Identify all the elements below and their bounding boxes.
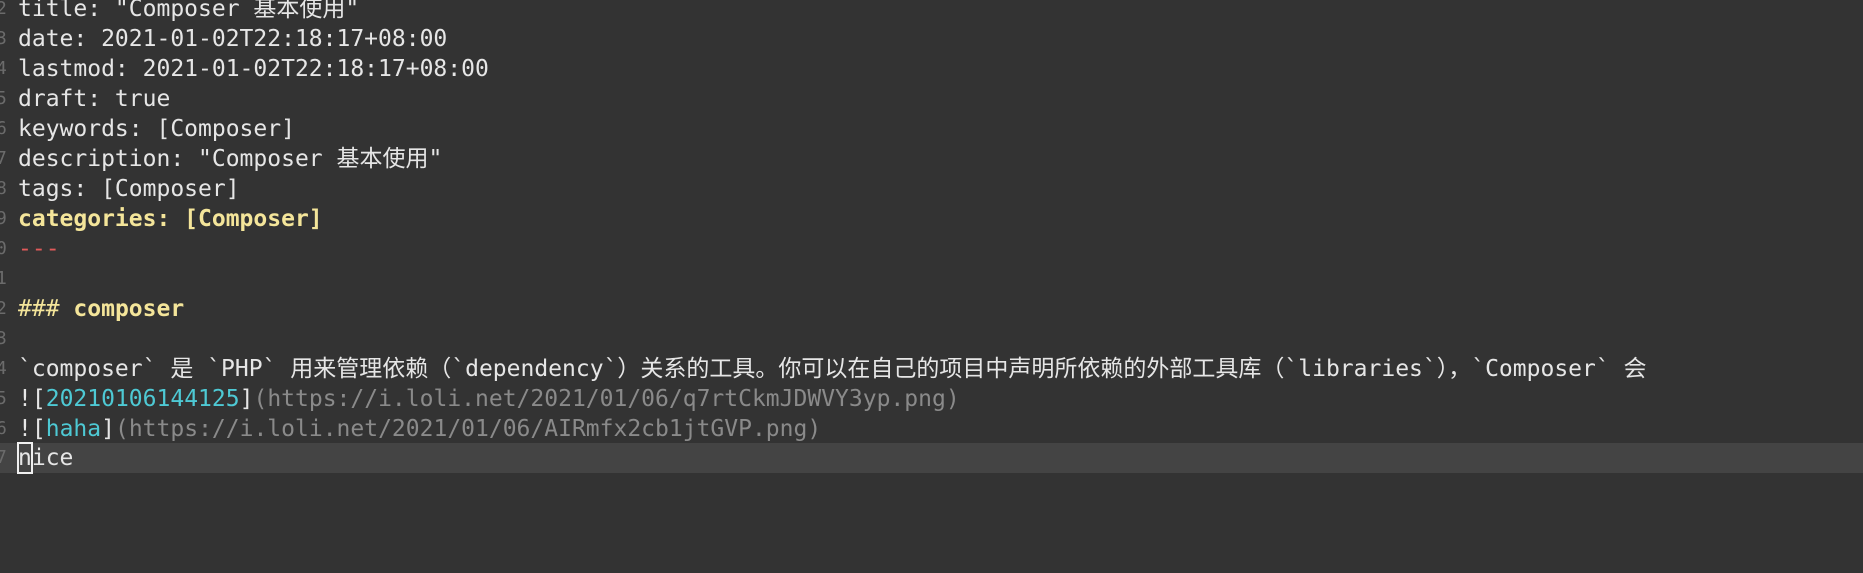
heading-hashes: ### bbox=[18, 296, 60, 322]
editor-line: 4 `composer` 是 `PHP` 用来管理依赖（`dependency`… bbox=[0, 354, 1863, 384]
line-number: 7 bbox=[0, 148, 7, 169]
heading-text: composer bbox=[73, 296, 185, 322]
current-line[interactable]: 7 nice bbox=[0, 442, 1863, 474]
editor-line: 6 keywords: [Composer] bbox=[0, 114, 1863, 144]
markdown-heading: ### composer bbox=[18, 294, 184, 324]
editor-line: 2 title: "Composer 基本使用" bbox=[0, 0, 1863, 24]
editor-line: 5 draft: true bbox=[0, 84, 1863, 114]
line-number: 1 bbox=[0, 268, 7, 289]
image-url: https://i.loli.net/2021/01/06/q7rtCkmJDW… bbox=[267, 386, 946, 412]
editor-line: 1 bbox=[0, 264, 1863, 294]
frontmatter-categories: categories: [Composer] bbox=[18, 206, 323, 232]
text-cursor: n bbox=[17, 442, 33, 474]
editor-line: 5 ![20210106144125](https://i.loli.net/2… bbox=[0, 384, 1863, 414]
editor-line: 7 description: "Composer 基本使用" bbox=[0, 144, 1863, 174]
frontmatter-title: title: "Composer 基本使用" bbox=[18, 0, 360, 22]
markdown-paragraph: `composer` 是 `PHP` 用来管理依赖（`dependency`）关… bbox=[18, 356, 1647, 382]
line-number: 6 bbox=[0, 118, 7, 139]
line-number: 0 bbox=[0, 238, 7, 259]
editor-line: 3 date: 2021-01-02T22:18:17+08:00 bbox=[0, 24, 1863, 54]
editor-line: 6 ![haha](https://i.loli.net/2021/01/06/… bbox=[0, 414, 1863, 444]
line-number: 4 bbox=[0, 358, 7, 379]
frontmatter-lastmod: lastmod: 2021-01-02T22:18:17+08:00 bbox=[18, 56, 489, 82]
frontmatter-description: description: "Composer 基本使用" bbox=[18, 146, 443, 172]
line-number: 4 bbox=[0, 58, 7, 79]
image-url: https://i.loli.net/2021/01/06/AIRmfx2cb1… bbox=[128, 416, 808, 442]
frontmatter-separator: --- bbox=[18, 236, 60, 262]
image-alt-text: haha bbox=[45, 416, 102, 442]
frontmatter-date: date: 2021-01-02T22:18:17+08:00 bbox=[18, 26, 448, 52]
current-line-text[interactable]: nice bbox=[17, 442, 73, 474]
editor-line: 9 categories: [Composer] bbox=[0, 204, 1863, 234]
frontmatter-keywords: keywords: [Composer] bbox=[18, 116, 295, 142]
image-alt-text: 20210106144125 bbox=[45, 386, 240, 412]
line-number: 2 bbox=[0, 298, 7, 319]
editor-line: 8 tags: [Composer] bbox=[0, 174, 1863, 204]
line-number: 9 bbox=[0, 208, 7, 229]
line-number: 6 bbox=[0, 418, 7, 439]
line-number: 7 bbox=[0, 447, 7, 468]
line-number: 8 bbox=[0, 178, 7, 199]
editor-line: 0 --- bbox=[0, 234, 1863, 264]
line-number: 5 bbox=[0, 388, 7, 409]
line-number: 3 bbox=[0, 28, 7, 49]
frontmatter-draft: draft: true bbox=[18, 86, 171, 112]
markdown-image-link: ![haha](https://i.loli.net/2021/01/06/AI… bbox=[18, 416, 822, 442]
text-editor[interactable]: 2 title: "Composer 基本使用" 3 date: 2021-01… bbox=[0, 0, 1863, 573]
markdown-image-link: ![20210106144125](https://i.loli.net/202… bbox=[18, 386, 960, 412]
frontmatter-tags: tags: [Composer] bbox=[18, 176, 240, 202]
line-number: 5 bbox=[0, 88, 7, 109]
editor-line: 4 lastmod: 2021-01-02T22:18:17+08:00 bbox=[0, 54, 1863, 84]
editor-line: 3 bbox=[0, 324, 1863, 354]
line-number: 3 bbox=[0, 328, 7, 349]
editor-line: 2 ### composer bbox=[0, 294, 1863, 324]
line-number: 2 bbox=[0, 0, 7, 19]
